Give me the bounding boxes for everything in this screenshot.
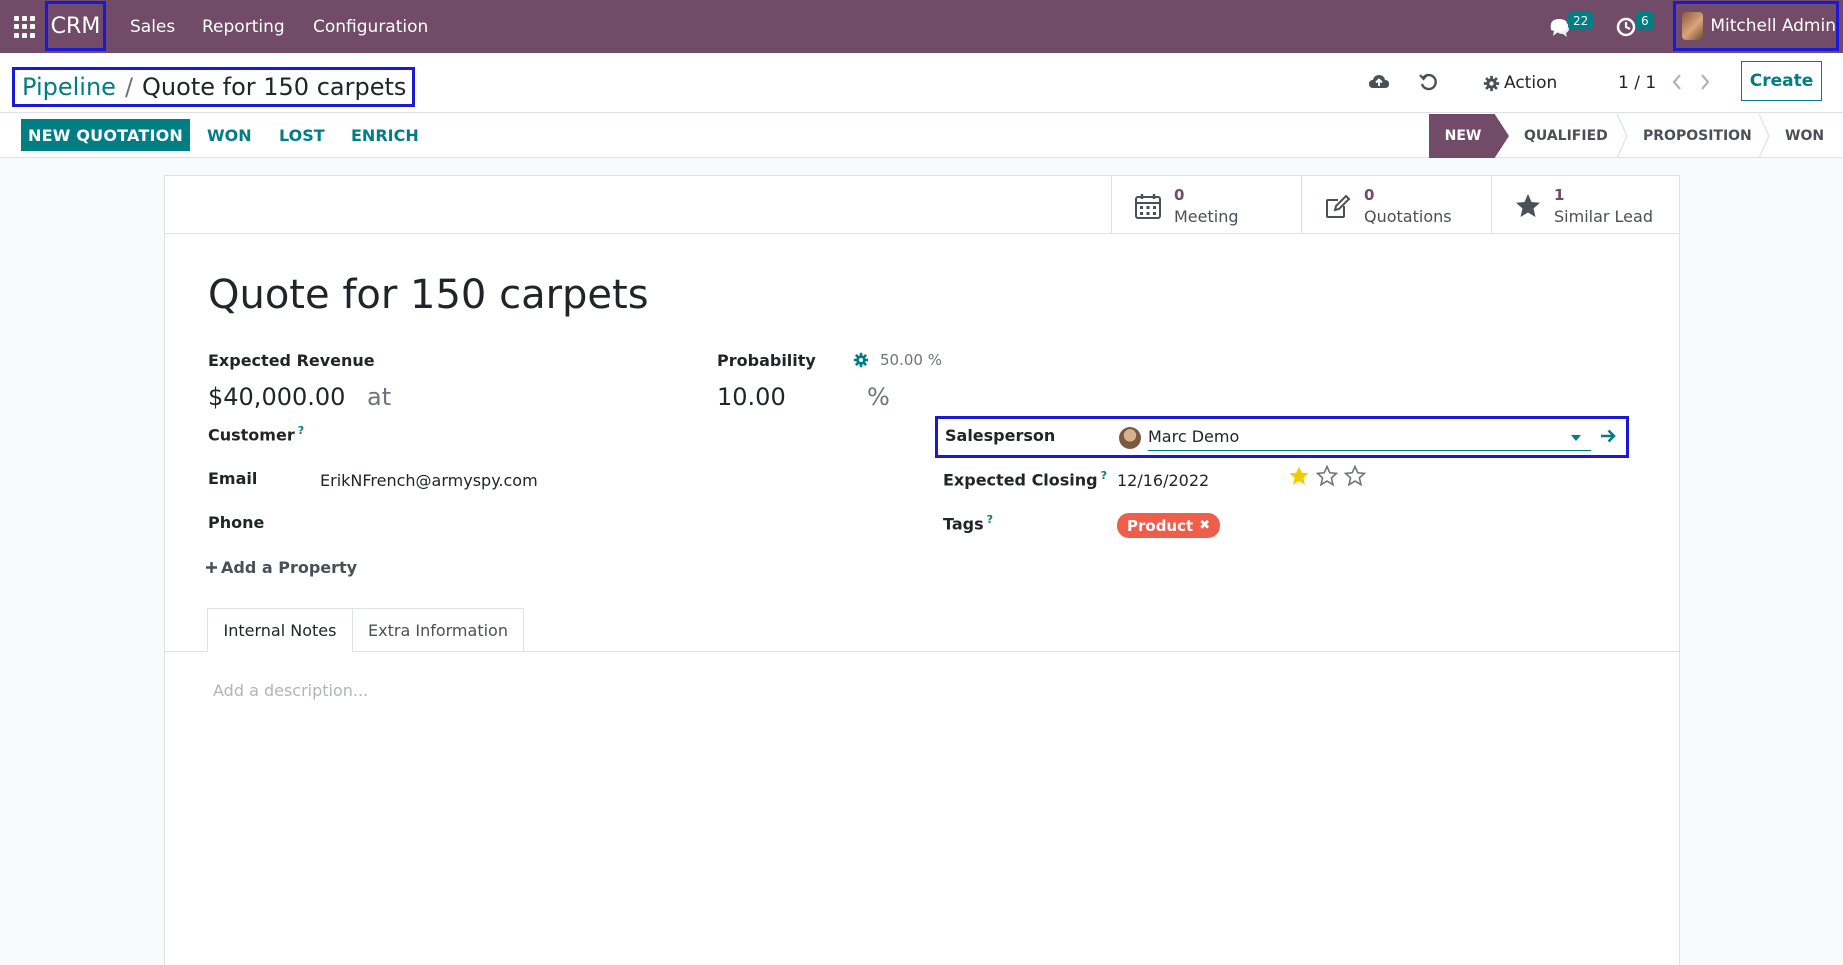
tags-label: Tags? bbox=[943, 513, 994, 534]
stage-qualified[interactable]: QUALIFIED bbox=[1524, 114, 1608, 158]
meeting-button[interactable]: 0 Meeting bbox=[1111, 176, 1301, 234]
stage-new[interactable]: NEW bbox=[1429, 114, 1509, 158]
breadcrumb-pipeline[interactable]: Pipeline bbox=[22, 73, 116, 101]
lost-button[interactable]: LOST bbox=[279, 119, 325, 151]
arrow-right-icon[interactable] bbox=[1599, 427, 1617, 445]
probability-label: Probability bbox=[717, 351, 816, 370]
clock-icon[interactable] bbox=[1615, 16, 1637, 38]
action-label: Action bbox=[1504, 73, 1558, 93]
edit-icon bbox=[1326, 194, 1351, 218]
add-property-label: Add a Property bbox=[221, 558, 358, 577]
probability-auto[interactable]: 50.00 % bbox=[853, 351, 942, 369]
avatar bbox=[1119, 427, 1141, 449]
create-button[interactable]: Create bbox=[1741, 61, 1822, 101]
similar-lead-label: Similar Lead bbox=[1554, 207, 1653, 226]
top-navbar: CRM Sales Reporting Configuration 22 6 M… bbox=[0, 0, 1843, 53]
expected-closing-label: Expected Closing? bbox=[943, 469, 1108, 490]
salesperson-row: Salesperson Marc Demo bbox=[935, 416, 1629, 458]
star-filled-icon[interactable] bbox=[1288, 465, 1310, 487]
salesperson-label: Salesperson bbox=[945, 426, 1056, 445]
menu-sales[interactable]: Sales bbox=[130, 0, 175, 53]
salesperson-input[interactable]: Marc Demo bbox=[1148, 423, 1591, 451]
description-input[interactable]: Add a description... bbox=[213, 681, 368, 700]
phone-label: Phone bbox=[208, 513, 265, 532]
close-icon[interactable]: ✖ bbox=[1199, 518, 1210, 533]
priority-stars bbox=[1288, 465, 1372, 487]
probability-input[interactable]: 10.00 bbox=[717, 383, 786, 411]
add-property-button[interactable]: Add a Property bbox=[205, 558, 357, 577]
stage-divider bbox=[1758, 114, 1770, 158]
quotations-count: 0 bbox=[1364, 186, 1375, 204]
tag-product[interactable]: Product ✖ bbox=[1117, 513, 1221, 538]
breadcrumb: Pipeline / Quote for 150 carpets bbox=[12, 67, 416, 107]
discard-icon[interactable] bbox=[1417, 71, 1439, 93]
meeting-count: 0 bbox=[1174, 186, 1185, 204]
smart-button-box: 0 Meeting 0 Quotations 1 Similar Lead bbox=[165, 176, 1679, 234]
chevron-right-icon[interactable] bbox=[1698, 72, 1712, 92]
won-button[interactable]: WON bbox=[207, 119, 252, 151]
lead-title[interactable]: Quote for 150 carpets bbox=[208, 272, 649, 318]
stage-proposition[interactable]: PROPOSITION bbox=[1643, 114, 1752, 158]
quotations-label: Quotations bbox=[1364, 207, 1452, 226]
star-empty-icon[interactable] bbox=[1316, 465, 1338, 487]
tab-extra-information[interactable]: Extra Information bbox=[352, 608, 524, 652]
tag-label: Product bbox=[1127, 516, 1194, 535]
breadcrumb-current: Quote for 150 carpets bbox=[142, 73, 407, 101]
email-field[interactable]: ErikNFrench@armyspy.com bbox=[320, 471, 538, 490]
breadcrumb-separator: / bbox=[124, 73, 134, 101]
probability-percent: % bbox=[867, 383, 890, 411]
expected-revenue-label: Expected Revenue bbox=[208, 351, 375, 370]
calendar-icon bbox=[1135, 194, 1161, 219]
similar-lead-count: 1 bbox=[1554, 186, 1565, 204]
gear-icon bbox=[1483, 75, 1500, 91]
chevron-down-icon[interactable] bbox=[1571, 435, 1581, 441]
quotations-button[interactable]: 0 Quotations bbox=[1301, 176, 1491, 234]
app-brand[interactable]: CRM bbox=[45, 1, 106, 51]
notebook-tabs: Internal Notes Extra Information bbox=[165, 608, 1679, 652]
user-menu[interactable]: Mitchell Admin bbox=[1673, 1, 1839, 51]
gear-icon bbox=[853, 352, 869, 368]
customer-label: Customer? bbox=[208, 424, 305, 445]
help-mark[interactable]: ? bbox=[298, 424, 304, 437]
email-label: Email bbox=[208, 469, 258, 488]
stage-won[interactable]: WON bbox=[1785, 114, 1824, 158]
probability-auto-value: 50.00 % bbox=[880, 351, 942, 369]
user-name: Mitchell Admin bbox=[1710, 16, 1836, 36]
stage-divider bbox=[1616, 114, 1628, 158]
apps-icon[interactable] bbox=[14, 16, 36, 38]
star-empty-icon[interactable] bbox=[1344, 465, 1366, 487]
chevron-left-icon[interactable] bbox=[1670, 72, 1684, 92]
action-button[interactable]: Action bbox=[1483, 69, 1557, 97]
expected-revenue-input[interactable]: $40,000.00 bbox=[208, 383, 345, 411]
cloud-upload-icon[interactable] bbox=[1368, 71, 1390, 93]
activities-badge: 6 bbox=[1636, 12, 1654, 30]
meeting-label: Meeting bbox=[1174, 207, 1239, 226]
menu-configuration[interactable]: Configuration bbox=[313, 0, 428, 53]
enrich-button[interactable]: ENRICH bbox=[351, 119, 419, 151]
help-mark[interactable]: ? bbox=[1101, 469, 1107, 482]
new-quotation-button[interactable]: NEW QUOTATION bbox=[21, 119, 190, 151]
control-panel: Pipeline / Quote for 150 carpets Action … bbox=[0, 53, 1843, 113]
status-bar: NEW QUOTATION WON LOST ENRICH NEW QUALIF… bbox=[0, 114, 1843, 158]
revenue-at-label: at bbox=[367, 383, 392, 411]
similar-lead-button[interactable]: 1 Similar Lead bbox=[1491, 176, 1681, 234]
menu-reporting[interactable]: Reporting bbox=[202, 0, 285, 53]
expected-closing-input[interactable]: 12/16/2022 bbox=[1117, 471, 1209, 490]
tab-internal-notes[interactable]: Internal Notes bbox=[207, 608, 353, 652]
avatar bbox=[1682, 12, 1704, 40]
form-sheet: 0 Meeting 0 Quotations 1 Similar Lead Qu… bbox=[164, 175, 1680, 965]
help-mark[interactable]: ? bbox=[987, 513, 993, 526]
pager-value[interactable]: 1 / 1 bbox=[1618, 69, 1656, 97]
star-icon bbox=[1516, 194, 1540, 217]
messages-badge: 22 bbox=[1568, 12, 1594, 30]
plus-icon bbox=[206, 562, 217, 573]
